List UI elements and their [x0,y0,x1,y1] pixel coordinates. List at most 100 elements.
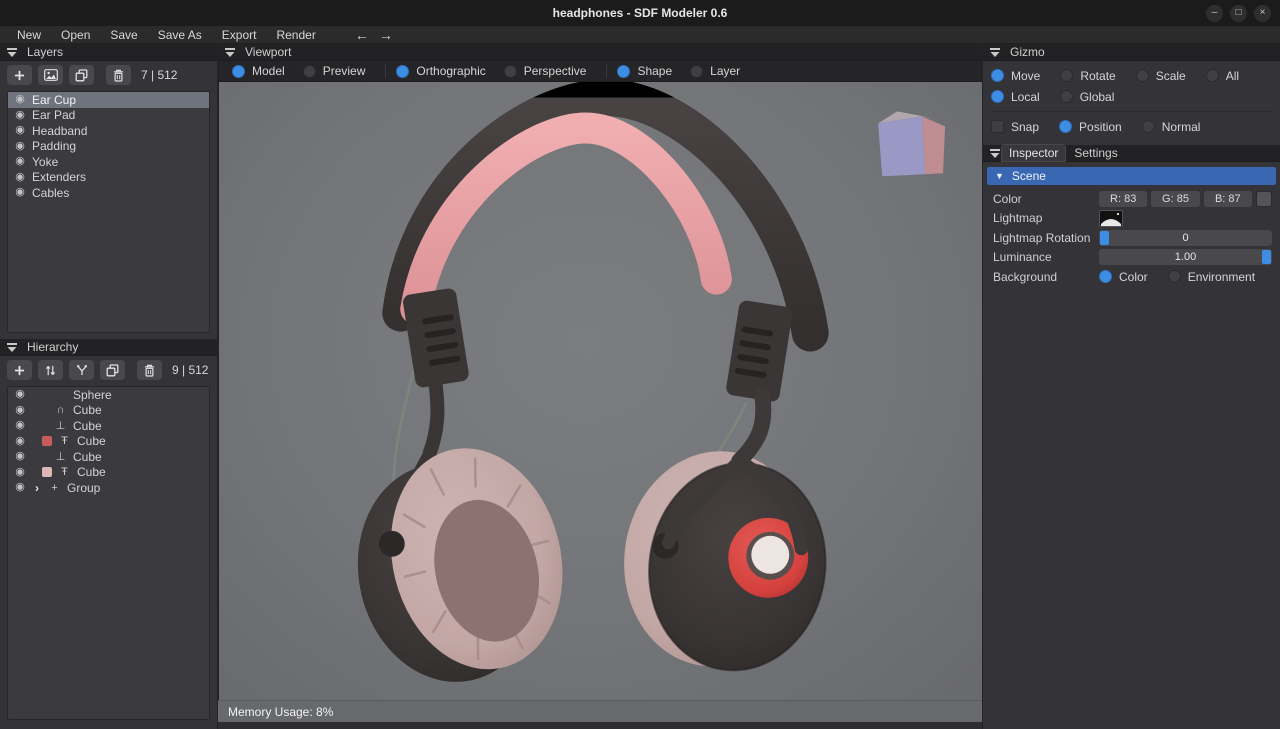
radio-icon[interactable] [1099,270,1112,284]
layer-row-cables[interactable]: ◉ Cables [8,185,209,201]
layer-row-yoke[interactable]: ◉ Yoke [8,154,209,170]
background-environment-option[interactable]: Environment [1167,270,1271,284]
visibility-eye-icon[interactable]: ◉ [14,389,26,400]
gizmo-space-local[interactable]: Local [991,90,1056,104]
visibility-eye-icon[interactable]: ◉ [14,187,26,198]
reorder-button[interactable] [38,360,63,380]
toggle-perspective[interactable]: Perspective [500,64,601,78]
layer-row-extenders[interactable]: ◉ Extenders [8,170,209,186]
duplicate-shape-button[interactable] [100,360,125,380]
visibility-eye-icon[interactable]: ◉ [14,404,26,416]
gizmo-space-global[interactable]: Global [1059,90,1131,104]
radio-icon[interactable] [1060,69,1074,82]
gizmo-snap-position[interactable]: Position [1059,120,1138,134]
hierarchy-row-cube-4[interactable]: ◉ ⊥ Cube [8,449,209,465]
gizmo-snap-toggle[interactable]: Snap [991,120,1055,134]
radio-icon[interactable] [690,64,704,78]
gizmo-mode-rotate[interactable]: Rotate [1060,69,1131,83]
color-g-field[interactable]: G: 85 [1151,190,1200,207]
viewport-panel-header[interactable]: Viewport [218,44,982,61]
collapse-icon[interactable] [7,342,17,352]
toggle-shape[interactable]: Shape [613,64,686,78]
hierarchy-row-cube-5[interactable]: ◉ Ŧ Cube [8,465,209,481]
layers-panel-header[interactable]: Layers [0,44,217,61]
visibility-eye-icon[interactable]: ◉ [14,451,26,462]
3d-viewport-canvas[interactable] [218,82,982,700]
undo-back-icon[interactable]: ← [355,27,369,43]
headphones-model[interactable] [338,82,839,699]
toggle-preview[interactable]: Preview [299,64,380,78]
scene-section-header[interactable]: ▼ Scene [987,167,1276,185]
hierarchy-row-group[interactable]: ◉ › + Group [8,480,209,496]
luminance-slider[interactable]: 1.00 [1099,249,1272,266]
radio-icon[interactable] [1059,120,1073,133]
layer-image-button[interactable] [38,65,63,85]
layer-row-padding[interactable]: ◉ Padding [8,139,209,155]
hierarchy-panel-header[interactable]: Hierarchy [0,339,217,356]
close-button[interactable]: × [1254,4,1271,22]
visibility-eye-icon[interactable]: ◉ [14,171,26,183]
menu-render[interactable]: Render [267,28,324,42]
menu-export[interactable]: Export [213,28,266,42]
radio-icon[interactable] [503,64,517,78]
checkbox-icon[interactable] [991,120,1004,133]
toggle-model[interactable]: Model [228,64,299,78]
lightmap-thumbnail-button[interactable] [1099,209,1123,227]
collapse-icon[interactable] [990,148,1000,158]
menu-save-as[interactable]: Save As [149,28,211,42]
visibility-eye-icon[interactable]: ◉ [14,466,26,478]
menu-open[interactable]: Open [52,28,99,42]
toggle-layer[interactable]: Layer [686,64,754,78]
radio-icon[interactable] [302,64,316,78]
collapse-icon[interactable] [990,47,1000,57]
ear-cup-left[interactable] [338,430,585,699]
layer-row-ear-pad[interactable]: ◉ Ear Pad [8,108,209,124]
visibility-eye-icon[interactable]: ◉ [14,109,26,121]
visibility-eye-icon[interactable]: ◉ [14,435,26,447]
material-color-swatch[interactable] [42,436,52,447]
orientation-cube[interactable] [878,111,946,177]
radio-icon[interactable] [1141,120,1155,133]
radio-icon[interactable] [396,64,410,78]
add-layer-button[interactable] [7,65,32,85]
collapse-icon[interactable] [225,47,235,57]
scene-color-swatch[interactable] [1255,190,1272,207]
radio-icon[interactable] [232,64,245,78]
radio-icon[interactable] [1135,69,1149,82]
color-b-field[interactable]: B: 87 [1203,190,1252,207]
delete-shape-button[interactable] [137,360,162,380]
gizmo-panel-header[interactable]: Gizmo [983,44,1280,61]
minimize-button[interactable]: – [1206,4,1223,22]
maximize-button[interactable]: □ [1230,4,1247,22]
add-shape-button[interactable] [7,360,32,380]
delete-layer-button[interactable] [106,65,131,85]
menu-new[interactable]: New [8,28,50,42]
redo-forward-icon[interactable]: → [379,27,393,43]
duplicate-layer-button[interactable] [69,65,94,85]
material-color-swatch[interactable] [42,467,52,478]
hierarchy-row-cube-2[interactable]: ◉ ⊥ Cube [8,418,209,434]
visibility-eye-icon[interactable]: ◉ [14,156,26,167]
radio-icon[interactable] [991,69,1004,82]
color-r-field[interactable]: R: 83 [1099,190,1148,207]
toggle-orthographic[interactable]: Orthographic [392,64,499,78]
tab-settings[interactable]: Settings [1067,145,1124,161]
gizmo-snap-normal[interactable]: Normal [1141,120,1217,134]
radio-icon[interactable] [617,64,631,78]
layer-row-ear-cup[interactable]: ◉ Ear Cup [8,92,209,108]
radio-icon[interactable] [1205,69,1219,82]
background-color-option[interactable]: Color [1099,270,1164,284]
gizmo-mode-scale[interactable]: Scale [1135,69,1202,83]
visibility-eye-icon[interactable]: ◉ [14,94,26,105]
radio-icon[interactable] [1059,90,1073,103]
expand-chevron-icon[interactable]: › [32,481,42,495]
menu-save[interactable]: Save [101,28,146,42]
radio-icon[interactable] [1167,270,1181,284]
gizmo-mode-all[interactable]: All [1205,69,1255,83]
hierarchy-row-cube-3[interactable]: ◉ Ŧ Cube [8,434,209,450]
hierarchy-row-sphere[interactable]: ◉ Sphere [8,387,209,403]
visibility-eye-icon[interactable]: ◉ [14,140,26,152]
mirror-button[interactable] [69,360,94,380]
visibility-eye-icon[interactable]: ◉ [14,125,26,136]
radio-icon[interactable] [991,90,1004,103]
